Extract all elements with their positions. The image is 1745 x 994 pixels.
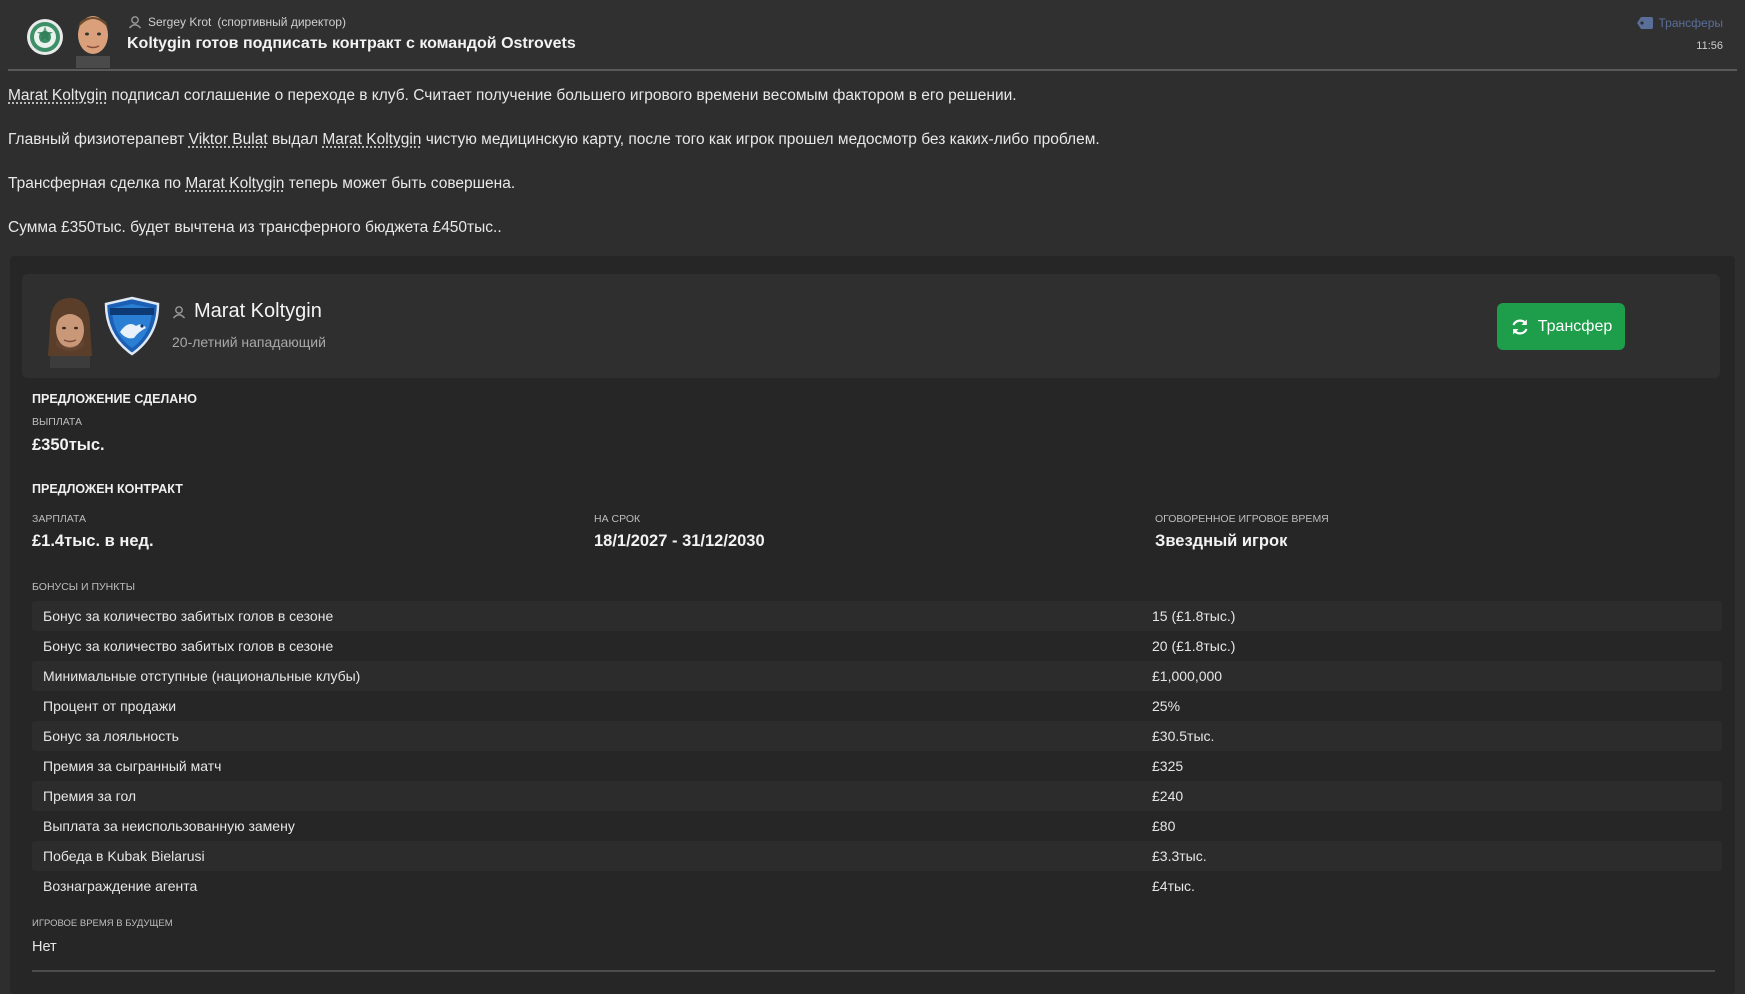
paragraph-text: чистую медицинскую карту, после того как… [421,131,1100,148]
bonus-value: £30.5тыс. [1152,728,1215,744]
offer-title: ПРЕДЛОЖЕНИЕ СДЕЛАНО [32,392,198,406]
paragraph-text: Главный физиотерапевт [8,131,189,148]
table-row: Премия за сыгранный матч £325 [32,751,1722,781]
table-row: Вознаграждение агента £4тыс. [32,871,1722,901]
contract-title: ПРЕДЛОЖЕН КОНТРАКТ [32,482,183,496]
bonus-value: 15 (£1.8тыс.) [1152,608,1236,624]
bottom-divider [32,970,1715,972]
table-row: Бонус за количество забитых голов в сезо… [32,601,1722,631]
sender-line: Sergey Krot (спортивный директор) [128,15,346,29]
bonus-value: £3.3тыс. [1152,848,1207,864]
transfer-panel: Marat Koltygin 20-летний нападающий Тран… [10,256,1735,994]
message-paragraph-3: Трансферная сделка по Marat Koltygin теп… [8,175,515,193]
sender-role: (спортивный директор) [217,15,346,29]
player-card: Marat Koltygin 20-летний нападающий Тран… [22,274,1720,378]
player-link[interactable]: Marat Koltygin [8,87,107,104]
person-icon [128,16,142,29]
bonus-name: Премия за гол [43,788,137,804]
bonus-name: Выплата за неиспользованную замену [43,818,295,834]
bonus-name: Премия за сыгранный матч [43,758,222,774]
wage-label: ЗАРПЛАТА [32,513,87,525]
player-club-crest-icon[interactable] [102,296,162,356]
table-row: Победа в Kubak Bielarusi £3.3тыс. [32,841,1722,871]
payment-label: ВЫПЛАТА [32,416,82,428]
table-row: Бонус за лояльность £30.5тыс. [32,721,1722,751]
bonus-name: Победа в Kubak Bielarusi [43,848,205,864]
bonus-value: £240 [1152,788,1184,804]
transfer-button-label: Трансфер [1537,317,1613,335]
player-link[interactable]: Marat Koltygin [322,131,421,148]
tag-icon [1636,17,1653,29]
bonus-value: £80 [1152,818,1176,834]
table-row: Бонус за количество забитых голов в сезо… [32,631,1722,661]
table-row: Минимальные отступные (национальные клуб… [32,661,1722,691]
future-playtime-label: ИГРОВОЕ ВРЕМЯ В БУДУЩЕМ [32,918,173,929]
transfer-button[interactable]: Трансфер [1497,303,1625,350]
bonus-value: £325 [1152,758,1184,774]
bonus-value: £1,000,000 [1152,668,1223,684]
sender-photo-icon[interactable] [66,8,118,68]
bonus-value: 25% [1152,698,1181,714]
message-paragraph-4: Сумма £350тыс. будет вычтена из трансфер… [8,219,502,236]
playtime-value: Звездный игрок [1155,532,1288,550]
bonus-name: Процент от продажи [43,698,177,714]
header-divider [8,69,1737,71]
bonus-value: 20 (£1.8тыс.) [1152,638,1236,654]
term-label: НА СРОК [594,513,641,525]
player-link[interactable]: Marat Koltygin [185,175,284,192]
message-header: Sergey Krot (спортивный директор) Koltyg… [0,0,1745,71]
message-subject: Koltygin готов подписать контракт с кома… [127,35,576,52]
playtime-label: ОГОВОРЕННОЕ ИГРОВОЕ ВРЕМЯ [1155,513,1329,525]
bonus-name: Бонус за количество забитых голов в сезо… [43,638,334,654]
bonus-name: Бонус за лояльность [43,728,179,744]
player-photo-icon[interactable] [42,296,98,368]
paragraph-text: выдал [267,131,323,148]
bonus-name: Минимальные отступные (национальные клуб… [43,668,361,684]
paragraph-text: теперь может быть совершена. [284,175,516,192]
bonuses-label: БОНУСЫ И ПУНКТЫ [32,581,136,593]
table-row: Процент от продажи 25% [32,691,1722,721]
payment-value: £350тыс. [32,436,105,454]
bonus-name: Бонус за количество забитых голов в сезо… [43,608,334,624]
bonuses-table: Бонус за количество забитых голов в сезо… [32,601,1722,901]
player-name[interactable]: Marat Koltygin [194,300,322,323]
refresh-icon [1512,319,1528,334]
player-description: 20-летний нападающий [172,334,326,350]
message-time: 11:56 [1696,40,1723,52]
player-name-row: Marat Koltygin [172,300,322,323]
message-paragraph-1: Marat Koltygin подписал соглашение о пер… [8,87,1017,105]
term-value: 18/1/2027 - 31/12/2030 [594,532,765,550]
message-paragraph-2: Главный физиотерапевт Viktor Bulat выдал… [8,131,1100,149]
wage-value: £1.4тыс. в нед. [32,532,154,550]
paragraph-text: Трансферная сделка по [8,175,186,192]
paragraph-text: подписал соглашение о переходе в клуб. С… [107,87,1017,104]
physio-link[interactable]: Viktor Bulat [189,131,268,148]
table-row: Выплата за неиспользованную замену £80 [32,811,1722,841]
future-playtime-value: Нет [32,939,57,955]
category-label: Трансферы [1658,16,1723,30]
person-icon [172,305,186,318]
bonus-value: £4тыс. [1152,878,1195,894]
bonus-name: Вознаграждение агента [43,878,198,894]
message-category[interactable]: Трансферы [1636,16,1723,30]
sender-name[interactable]: Sergey Krot [148,15,211,29]
table-row: Премия за гол £240 [32,781,1722,811]
club-badge-icon[interactable] [26,18,64,56]
